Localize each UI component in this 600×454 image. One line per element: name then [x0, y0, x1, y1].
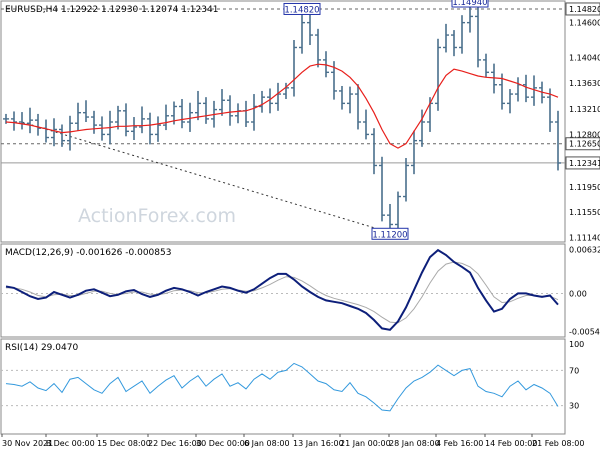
price-bar: [403, 158, 409, 202]
price-bar: [443, 23, 449, 53]
price-bar: [347, 86, 353, 114]
price-bar: [123, 103, 129, 137]
x-tick-label: 8 Dec 00:00: [46, 439, 95, 448]
x-tick-label: 4 Feb 16:00: [436, 439, 483, 448]
price-bar: [507, 89, 513, 114]
x-tick-label: 6 Jan 08:00: [244, 439, 290, 448]
macd-signal-line: [6, 261, 559, 324]
rsi-tick-label: 30: [569, 402, 579, 411]
price-annotation-label: 1.14820: [284, 5, 319, 15]
price-bar: [67, 115, 73, 151]
price-bar: [187, 102, 193, 132]
macd-tick-label: -0.005455: [569, 328, 600, 337]
price-bar: [339, 85, 345, 110]
macd-tick-label: 0.00: [569, 289, 587, 298]
price-tick-label: 1.12341: [569, 159, 600, 168]
rsi-layer: [1, 362, 565, 412]
rsi-pane-frame: [0, 338, 566, 435]
price-tick-label: 1.13210: [569, 105, 600, 114]
price-bar: [195, 90, 201, 121]
price-annotation-label: 1.11200: [372, 230, 407, 240]
price-annotation-1: 1.14940: [451, 0, 489, 8]
rsi-tick-label: 100: [569, 340, 584, 349]
price-bar: [315, 28, 321, 68]
x-tick-label: 22 Dec 16:00: [148, 439, 202, 448]
x-tick-label: 14 Feb 00:00: [485, 439, 537, 448]
macd-line: [5, 248, 559, 331]
price-bar: [475, 4, 481, 68]
price-tick-label: 1.11140: [569, 234, 600, 243]
price-bar: [515, 77, 521, 102]
price-bar: [59, 124, 65, 147]
price-bar: [275, 82, 281, 111]
price-bar: [467, 6, 473, 33]
price-bar: [147, 112, 153, 145]
chart-root: 1.14820 1.14940 1.11200 1.14820 1.14600 1.14…: [0, 0, 600, 450]
price-tick-label: 1.14820: [569, 5, 600, 14]
x-tick-label: 28 Jan 08:00: [389, 439, 440, 448]
price-annotation-label: 1.14940: [452, 0, 487, 8]
price-bar: [43, 119, 49, 143]
price-bar: [155, 116, 161, 142]
price-bar: [19, 112, 25, 130]
price-bar: [243, 100, 249, 127]
price-bar: [379, 156, 385, 222]
price-tick-label: 1.14040: [569, 53, 600, 62]
x-tick-label: 21 Feb 08:00: [532, 439, 584, 448]
price-bar: [291, 40, 297, 97]
price-tick-label: 1.11550: [569, 208, 600, 217]
rsi-tick-label: 70: [569, 366, 579, 375]
price-bar: [83, 100, 89, 122]
price-bar: [35, 113, 41, 136]
price-bar: [395, 191, 401, 232]
price-tick-label: 1.13630: [569, 79, 600, 88]
x-tick-label: 30 Dec 00:00: [196, 439, 250, 448]
price-bar: [75, 102, 81, 131]
price-bar: [179, 99, 185, 129]
price-tick-label: 1.11950: [569, 183, 600, 192]
price-annotation-2: 1.11200: [371, 227, 409, 240]
price-bar: [27, 107, 33, 134]
macd-header: MACD(12,26,9) -0.001626 -0.000853: [5, 248, 171, 258]
price-bar: [91, 110, 97, 134]
chart-svg: 1.14820 1.14940 1.11200 1.14820 1.14600 1.14…: [0, 0, 600, 448]
moving-average-line: [5, 63, 559, 149]
x-tick-label: 15 Dec 08:00: [97, 439, 151, 448]
macd-tick-label: 0.00632: [569, 245, 600, 254]
price-bar: [235, 103, 241, 124]
watermark: ActionForex.com: [78, 205, 236, 227]
price-bar: [363, 109, 369, 140]
x-tick-label: 21 Jan 00:00: [340, 439, 391, 448]
price-bar: [411, 130, 417, 175]
price-header: EURUSD,H4 1.12922 1.12930 1.12074 1.1234…: [5, 5, 218, 15]
price-bar: [131, 117, 137, 141]
price-bar: [371, 128, 377, 175]
price-bar: [139, 106, 145, 134]
price-bar: [203, 97, 209, 124]
price-bar: [219, 89, 225, 116]
price-bar: [299, 12, 305, 54]
price-annotation-0: 1.14820: [283, 2, 321, 15]
price-tick-label: 1.12650: [569, 140, 600, 149]
price-bar: [163, 104, 169, 131]
macd-layer: [1, 248, 565, 331]
price-bar: [259, 90, 265, 113]
price-bar: [451, 30, 457, 57]
rsi-header: RSI(14) 29.0470: [5, 343, 78, 353]
price-bar: [459, 15, 465, 54]
x-tick-label: 13 Jan 16:00: [293, 439, 344, 448]
price-bar: [355, 84, 361, 130]
price-bar: [251, 94, 257, 131]
price-bar: [227, 95, 233, 126]
price-bar: [555, 110, 561, 171]
price-tick-label: 1.14600: [569, 19, 600, 28]
price-bar: [483, 53, 489, 78]
price-bar: [435, 38, 441, 111]
price-bar: [11, 111, 17, 131]
